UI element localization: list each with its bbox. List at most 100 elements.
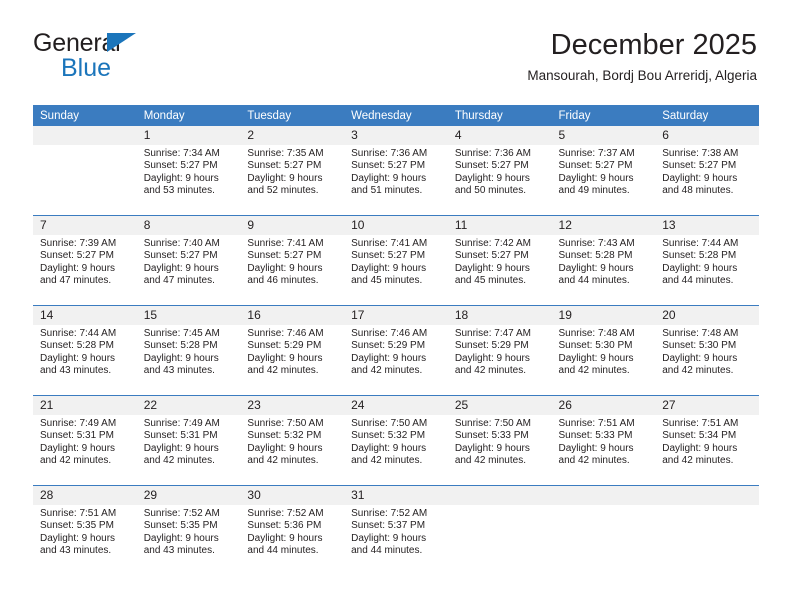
day-cell-empty [551,485,656,575]
daylight-text: Daylight: 9 hours and 44 minutes. [558,262,634,287]
day-info: Sunrise: 7:36 AM Sunset: 5:27 PM Dayligh… [344,145,448,198]
day-info: Sunrise: 7:43 AM Sunset: 5:28 PM Dayligh… [552,235,656,288]
day-cell[interactable]: 4 Sunrise: 7:36 AM Sunset: 5:27 PM Dayli… [447,126,552,216]
day-cell[interactable]: 18 Sunrise: 7:47 AM Sunset: 5:29 PM Dayl… [447,305,552,396]
day-cell[interactable]: 1 Sunrise: 7:34 AM Sunset: 5:27 PM Dayli… [136,126,241,216]
sunrise-text: Sunrise: 7:40 AM [143,238,220,249]
day-cell[interactable]: 8 Sunrise: 7:40 AM Sunset: 5:27 PM Dayli… [136,215,241,306]
sunset-text: Sunset: 5:32 PM [247,430,322,442]
daylight-text: Daylight: 9 hours and 42 minutes. [247,442,323,467]
day-info: Sunrise: 7:51 AM Sunset: 5:35 PM Dayligh… [33,505,137,558]
sunset-text: Sunset: 5:30 PM [662,340,737,352]
day-number: 25 [447,396,552,415]
sunset-text: Sunset: 5:37 PM [351,520,426,532]
day-info: Sunrise: 7:51 AM Sunset: 5:33 PM Dayligh… [552,415,656,468]
day-cell[interactable]: 30 Sunrise: 7:52 AM Sunset: 5:36 PM Dayl… [240,485,345,575]
day-cell[interactable]: 22 Sunrise: 7:49 AM Sunset: 5:31 PM Dayl… [136,395,241,486]
day-cell[interactable]: 29 Sunrise: 7:52 AM Sunset: 5:35 PM Dayl… [136,485,241,575]
day-cell[interactable]: 24 Sunrise: 7:50 AM Sunset: 5:32 PM Dayl… [344,395,448,486]
day-cell[interactable]: 12 Sunrise: 7:43 AM Sunset: 5:28 PM Dayl… [551,215,656,306]
day-number: 29 [136,486,241,505]
page-title: December 2025 [550,29,757,61]
brand-logo[interactable]: General Blue [33,30,213,86]
day-info: Sunrise: 7:38 AM Sunset: 5:27 PM Dayligh… [655,145,759,198]
sunset-text: Sunset: 5:27 PM [558,160,633,172]
sunrise-text: Sunrise: 7:50 AM [454,418,531,429]
day-cell[interactable]: 31 Sunrise: 7:52 AM Sunset: 5:37 PM Dayl… [344,485,448,575]
sunset-text: Sunset: 5:29 PM [247,340,322,352]
day-cell[interactable]: 2 Sunrise: 7:35 AM Sunset: 5:27 PM Dayli… [240,126,345,216]
day-info: Sunrise: 7:40 AM Sunset: 5:27 PM Dayligh… [137,235,241,288]
day-cell[interactable]: 25 Sunrise: 7:50 AM Sunset: 5:33 PM Dayl… [447,395,552,486]
day-cell[interactable]: 21 Sunrise: 7:49 AM Sunset: 5:31 PM Dayl… [33,395,137,486]
calendar-page: General Blue December 2025 Mansourah, Bo… [0,0,792,612]
day-number: 1 [136,126,241,145]
daylight-text: Daylight: 9 hours and 43 minutes. [143,532,219,557]
sunrise-text: Sunrise: 7:51 AM [40,508,117,519]
sunrise-text: Sunrise: 7:35 AM [247,148,324,159]
sunrise-text: Sunrise: 7:37 AM [558,148,635,159]
day-cell[interactable]: 9 Sunrise: 7:41 AM Sunset: 5:27 PM Dayli… [240,215,345,306]
day-cell[interactable]: 10 Sunrise: 7:41 AM Sunset: 5:27 PM Dayl… [344,215,448,306]
sunrise-text: Sunrise: 7:46 AM [247,328,324,339]
daylight-text: Daylight: 9 hours and 42 minutes. [454,442,530,467]
day-cell[interactable]: 17 Sunrise: 7:46 AM Sunset: 5:29 PM Dayl… [344,305,448,396]
weekday-header-saturday: Saturday [655,105,759,126]
day-number: 9 [240,216,345,235]
day-cell[interactable]: 3 Sunrise: 7:36 AM Sunset: 5:27 PM Dayli… [344,126,448,216]
daylight-text: Daylight: 9 hours and 42 minutes. [558,352,634,377]
day-number: 11 [447,216,552,235]
day-cell[interactable]: 7 Sunrise: 7:39 AM Sunset: 5:27 PM Dayli… [33,215,137,306]
calendar-grid: Sunday Monday Tuesday Wednesday Thursday… [33,105,759,575]
daylight-text: Daylight: 9 hours and 53 minutes. [143,172,219,197]
day-cell[interactable]: 26 Sunrise: 7:51 AM Sunset: 5:33 PM Dayl… [551,395,656,486]
calendar-week-row: 1 Sunrise: 7:34 AM Sunset: 5:27 PM Dayli… [33,126,759,216]
day-cell[interactable]: 27 Sunrise: 7:51 AM Sunset: 5:34 PM Dayl… [655,395,759,486]
sunrise-text: Sunrise: 7:36 AM [351,148,428,159]
sunrise-text: Sunrise: 7:48 AM [558,328,635,339]
sunrise-text: Sunrise: 7:46 AM [351,328,428,339]
day-number: 26 [551,396,656,415]
day-number: 28 [33,486,137,505]
day-cell[interactable]: 14 Sunrise: 7:44 AM Sunset: 5:28 PM Dayl… [33,305,137,396]
day-info: Sunrise: 7:41 AM Sunset: 5:27 PM Dayligh… [344,235,448,288]
day-cell[interactable]: 11 Sunrise: 7:42 AM Sunset: 5:27 PM Dayl… [447,215,552,306]
daylight-text: Daylight: 9 hours and 43 minutes. [143,352,219,377]
daylight-text: Daylight: 9 hours and 42 minutes. [247,352,323,377]
day-number: 18 [447,306,552,325]
sunset-text: Sunset: 5:27 PM [143,160,218,172]
sunset-text: Sunset: 5:27 PM [247,250,322,262]
daylight-text: Daylight: 9 hours and 47 minutes. [40,262,116,287]
sunset-text: Sunset: 5:27 PM [143,250,218,262]
day-number [447,486,552,505]
day-cell[interactable]: 28 Sunrise: 7:51 AM Sunset: 5:35 PM Dayl… [33,485,137,575]
day-cell[interactable]: 15 Sunrise: 7:45 AM Sunset: 5:28 PM Dayl… [136,305,241,396]
day-cell[interactable]: 5 Sunrise: 7:37 AM Sunset: 5:27 PM Dayli… [551,126,656,216]
daylight-text: Daylight: 9 hours and 50 minutes. [454,172,530,197]
sunrise-text: Sunrise: 7:50 AM [247,418,324,429]
day-cell[interactable]: 20 Sunrise: 7:48 AM Sunset: 5:30 PM Dayl… [655,305,759,396]
sunset-text: Sunset: 5:27 PM [351,160,426,172]
sunrise-text: Sunrise: 7:49 AM [40,418,117,429]
day-number: 2 [240,126,345,145]
sunset-text: Sunset: 5:35 PM [143,520,218,532]
sunset-text: Sunset: 5:29 PM [454,340,529,352]
sunset-text: Sunset: 5:27 PM [40,250,114,262]
day-cell[interactable]: 16 Sunrise: 7:46 AM Sunset: 5:29 PM Dayl… [240,305,345,396]
day-info: Sunrise: 7:45 AM Sunset: 5:28 PM Dayligh… [137,325,241,378]
day-cell[interactable]: 13 Sunrise: 7:44 AM Sunset: 5:28 PM Dayl… [655,215,759,306]
day-number: 12 [551,216,656,235]
day-number: 4 [447,126,552,145]
sunset-text: Sunset: 5:28 PM [662,250,737,262]
sunset-text: Sunset: 5:33 PM [558,430,633,442]
day-cell[interactable]: 6 Sunrise: 7:38 AM Sunset: 5:27 PM Dayli… [655,126,759,216]
day-cell[interactable]: 19 Sunrise: 7:48 AM Sunset: 5:30 PM Dayl… [551,305,656,396]
day-cell[interactable]: 23 Sunrise: 7:50 AM Sunset: 5:32 PM Dayl… [240,395,345,486]
daylight-text: Daylight: 9 hours and 42 minutes. [351,442,427,467]
day-info: Sunrise: 7:50 AM Sunset: 5:32 PM Dayligh… [344,415,448,468]
weekday-header-monday: Monday [136,105,241,126]
day-info: Sunrise: 7:42 AM Sunset: 5:27 PM Dayligh… [448,235,552,288]
daylight-text: Daylight: 9 hours and 42 minutes. [662,442,738,467]
day-cell-empty [447,485,552,575]
day-info: Sunrise: 7:46 AM Sunset: 5:29 PM Dayligh… [240,325,344,378]
